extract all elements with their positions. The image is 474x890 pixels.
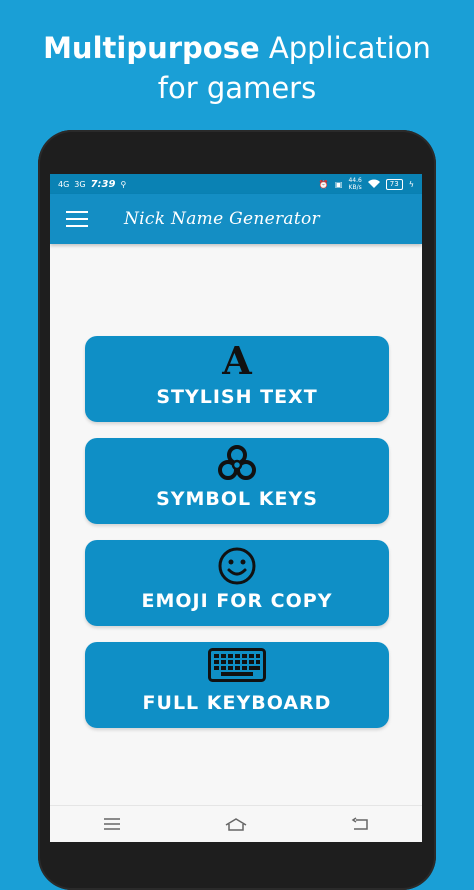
stylish-text-button[interactable]: A STYLISH TEXT [85,336,389,422]
back-icon[interactable] [348,815,372,833]
wifi-icon [367,179,380,190]
network-3g: 3G [74,179,86,189]
app-bar: Nick Name Generator [50,194,422,244]
alarm-icon: ⏰ [318,179,329,189]
status-bar: 4G 3G 7:39 ⚲ ⏰ ▣ 44.6 KB/s 73 ϟ [50,174,422,194]
status-time: 7:39 [90,178,116,190]
home-icon[interactable] [224,815,248,833]
network-4g: 4G [58,179,70,189]
usb-icon: ⚲ [120,179,127,189]
headline-rest: Application [259,31,431,65]
full-keyboard-button[interactable]: FULL KEYBOARD [85,642,389,728]
app-title: Nick Name Generator [124,209,320,229]
keyboard-icon [208,648,266,687]
symbol-keys-label: SYMBOL KEYS [156,488,318,510]
hamburger-menu-icon[interactable] [66,211,88,227]
stylish-text-label: STYLISH TEXT [156,386,318,408]
emoji-for-copy-button[interactable]: EMOJI FOR COPY [85,540,389,626]
full-keyboard-label: FULL KEYBOARD [142,692,332,714]
vibrate-icon: ▣ [334,179,343,189]
recent-apps-icon[interactable] [100,815,124,833]
phone-screen: 4G 3G 7:39 ⚲ ⏰ ▣ 44.6 KB/s 73 ϟ Nick Nam… [50,174,422,842]
smiley-face-icon [217,546,257,591]
system-nav-bar [50,805,422,842]
gothic-letter-a-icon: A [222,338,252,383]
emoji-for-copy-label: EMOJI FOR COPY [141,590,333,612]
promo-headline: Multipurpose Application for gamers [0,28,474,108]
battery-icon: 73 [385,178,403,190]
biohazard-icon [217,444,257,487]
charging-icon: ϟ [408,179,414,189]
headline-bold: Multipurpose [43,31,260,65]
symbol-keys-button[interactable]: SYMBOL KEYS [85,438,389,524]
network-speed: 44.6 KB/s [348,177,362,191]
headline-line2: for gamers [157,71,317,105]
